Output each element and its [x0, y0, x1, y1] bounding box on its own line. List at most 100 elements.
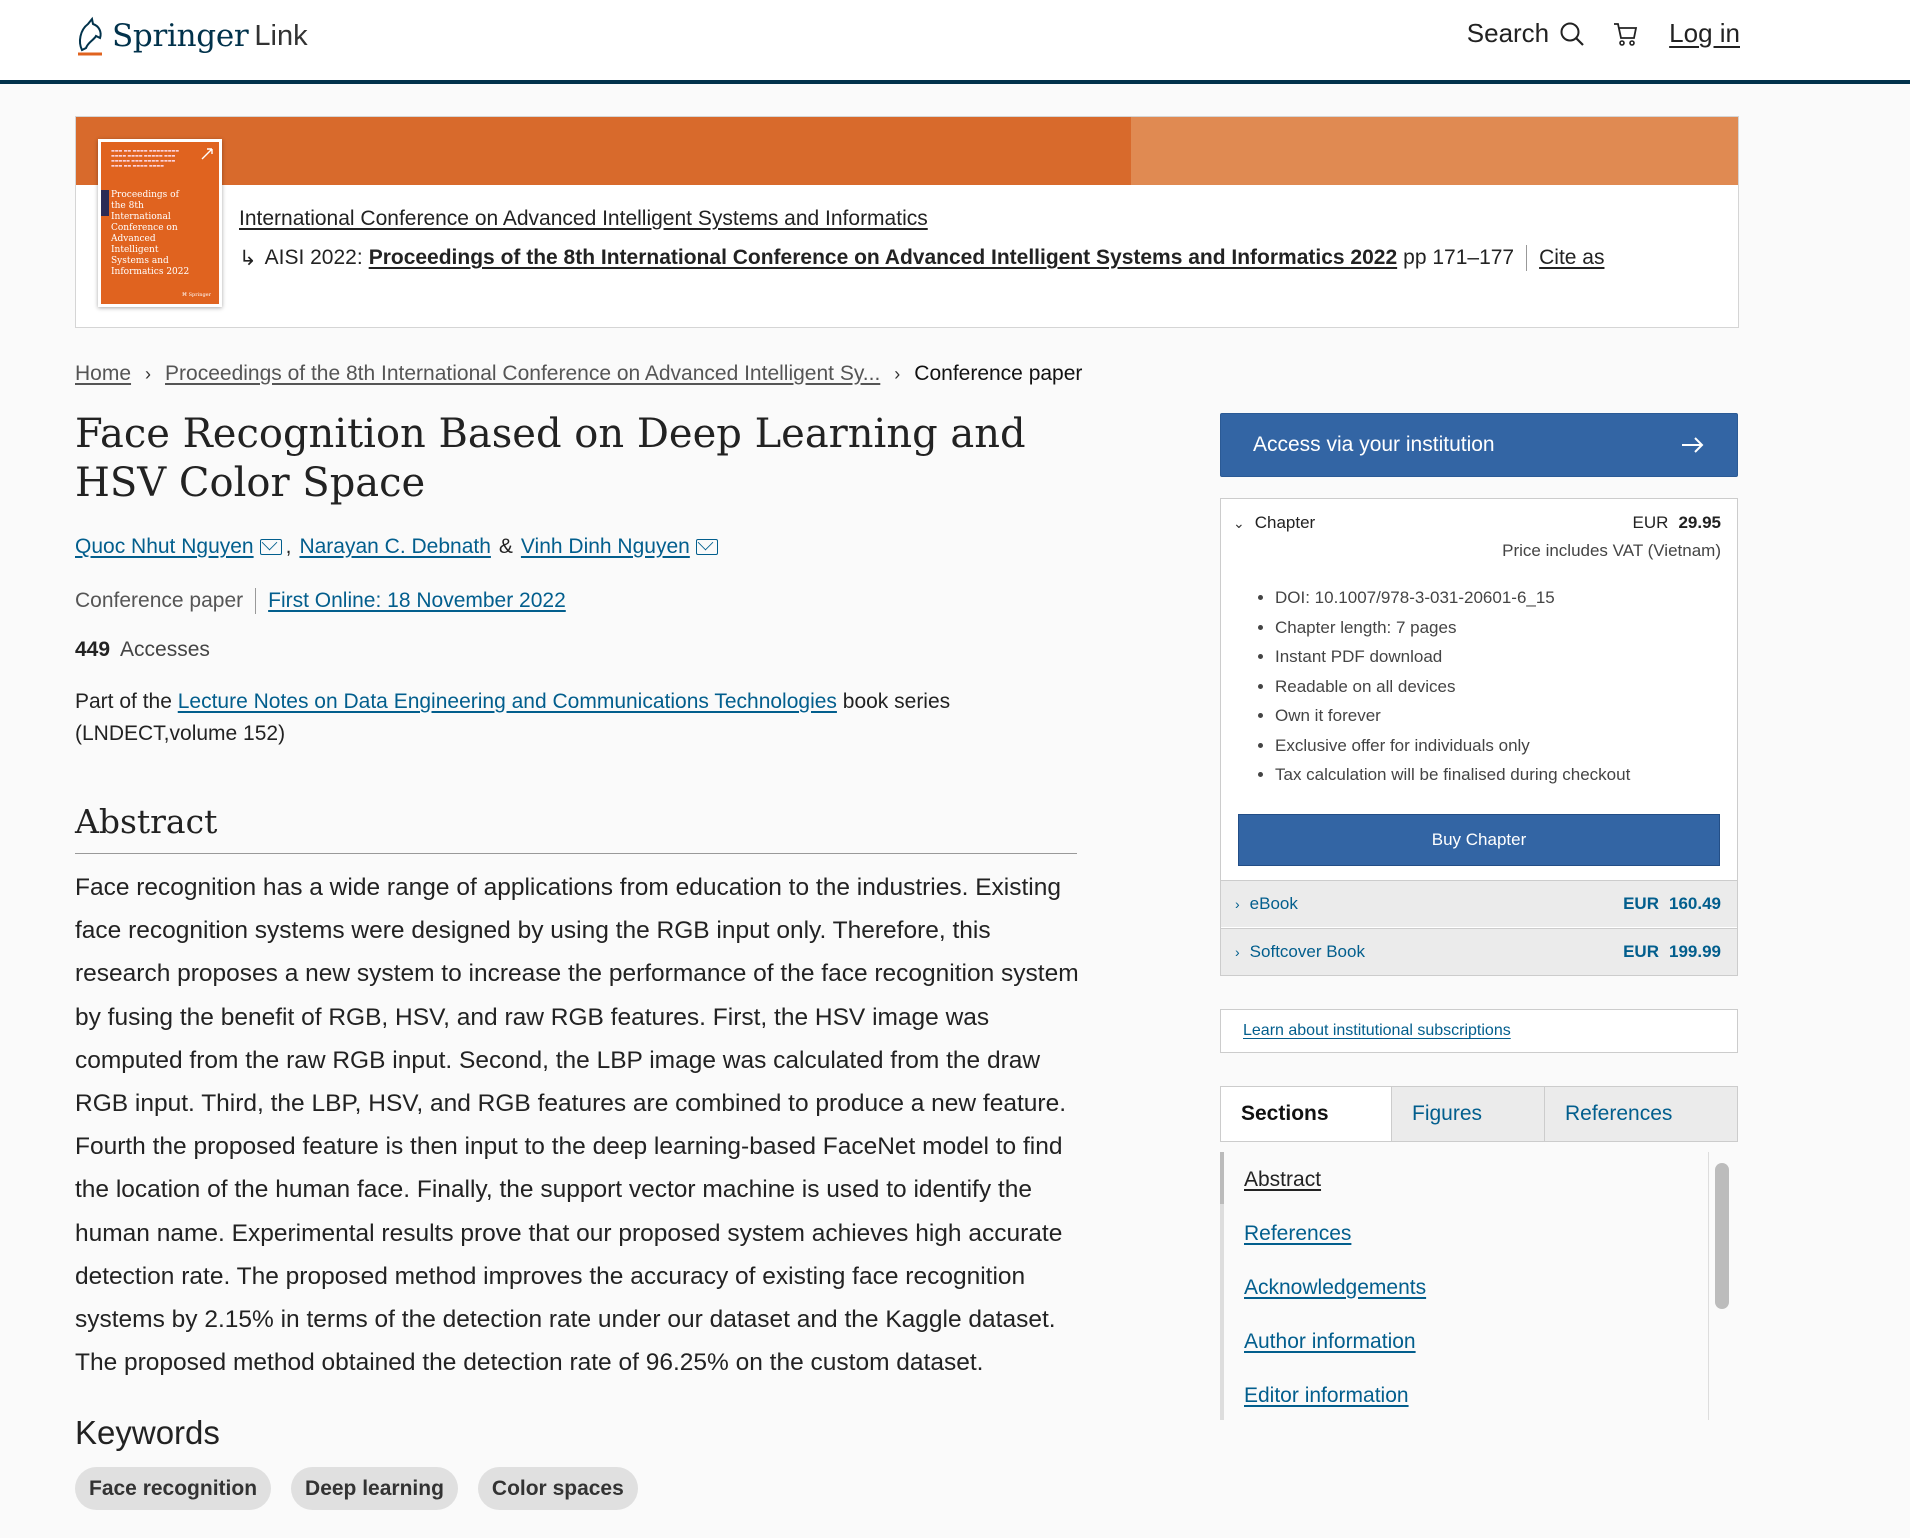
breadcrumb-current: Conference paper	[914, 362, 1083, 385]
book-banner: ▬▬▬ ▬▬ ▬▬▬▬ ▬▬▬▬▬▬▬▬ ▬▬▬▬ ▬▬▬▬ ▬▬▬▬▬ ▬▬▬ ▬…	[75, 116, 1739, 328]
site-header: Springer Link Search Log in	[0, 0, 1910, 84]
keyword-list: Face recognition Deep learning Color spa…	[75, 1467, 638, 1510]
email-icon[interactable]	[259, 539, 282, 555]
cover-editors: ▬▬▬ ▬▬ ▬▬▬▬ ▬▬▬▬▬▬▬▬ ▬▬▬▬ ▬▬▬▬ ▬▬▬▬▬ ▬▬▬ ▬…	[111, 148, 180, 168]
keyword-chip[interactable]: Color spaces	[477, 1467, 638, 1510]
book-series-info: Part of the Lecture Notes on Data Engine…	[75, 686, 995, 750]
proceedings-link[interactable]: Proceedings of the 8th International Con…	[369, 246, 1397, 270]
cart-button[interactable]	[1613, 21, 1639, 47]
search-icon	[1560, 22, 1584, 46]
cover-publisher-mark: ⌘ Springer	[182, 292, 211, 298]
chapter-price: EUR 29.95	[1633, 513, 1721, 533]
learn-subscriptions-link[interactable]: Learn about institutional subscriptions	[1243, 1022, 1511, 1040]
chevron-down-icon: ⌄	[1233, 514, 1245, 531]
vat-note: Price includes VAT (Vietnam)	[1502, 541, 1721, 560]
banner-strip-light	[1131, 117, 1738, 185]
abstract-heading: Abstract	[75, 802, 218, 841]
list-item: Chapter length: 7 pages	[1275, 613, 1630, 643]
chapter-features: DOI: 10.1007/978-3-031-20601-6_15 Chapte…	[1249, 583, 1630, 790]
breadcrumb-proceedings[interactable]: Proceedings of the 8th International Con…	[165, 362, 880, 386]
divider	[75, 853, 1077, 854]
softcover-option[interactable]: › Softcover Book EUR 199.99	[1221, 928, 1737, 975]
springer-horse-icon	[78, 16, 102, 56]
brand-suffix: Link	[254, 19, 308, 52]
search-button[interactable]: Search	[1467, 18, 1585, 49]
chevron-right-icon: ›	[894, 363, 901, 384]
list-item: Tax calculation will be finalised during…	[1275, 760, 1630, 790]
currency: EUR	[1623, 894, 1659, 913]
ebook-label: eBook	[1249, 894, 1298, 913]
ebook-option[interactable]: › eBook EUR 160.49	[1221, 880, 1737, 927]
banner-strip	[76, 117, 1131, 185]
access-via-institution-button[interactable]: Access via your institution	[1220, 413, 1738, 477]
access-count-label: Accesses	[120, 638, 210, 661]
author-link[interactable]: Quoc Nhut Nguyen	[75, 535, 254, 559]
cover-title: Proceedings of the 8th International Con…	[111, 190, 190, 277]
conference-series-link[interactable]: International Conference on Advanced Int…	[239, 207, 928, 231]
breadcrumb-home[interactable]: Home	[75, 362, 131, 386]
page-range: pp 171–177	[1403, 246, 1515, 269]
list-item: Exclusive offer for individuals only	[1275, 731, 1630, 761]
part-of-prefix: Part of the	[75, 690, 172, 713]
price-value: 29.95	[1678, 513, 1721, 532]
author-link[interactable]: Narayan C. Debnath	[299, 535, 490, 559]
currency: EUR	[1623, 942, 1659, 961]
first-online-date[interactable]: First Online: 18 November 2022	[268, 589, 566, 613]
author-link[interactable]: Vinh Dinh Nguyen	[521, 535, 690, 559]
section-link-acknowledgements[interactable]: Acknowledgements	[1244, 1276, 1426, 1300]
list-item: Own it forever	[1275, 701, 1630, 731]
sections-scrollbar-thumb[interactable]	[1715, 1163, 1729, 1309]
sections-nav: Abstract References Acknowledgements Aut…	[1220, 1152, 1714, 1420]
cite-as-link[interactable]: Cite as	[1539, 246, 1604, 270]
tab-references[interactable]: References	[1545, 1087, 1692, 1141]
ebook-price: 160.49	[1669, 894, 1721, 913]
author-separator: ,	[285, 535, 292, 558]
buy-box: ⌄ Chapter EUR 29.95 Price includes VAT (V…	[1220, 498, 1738, 976]
softcover-label: Softcover Book	[1249, 942, 1365, 961]
springer-link-logo[interactable]: Springer Link	[74, 16, 308, 56]
author-separator: &	[498, 535, 513, 558]
section-link-references[interactable]: References	[1244, 1222, 1351, 1246]
author-list: Quoc Nhut Nguyen , Narayan C. Debnath & …	[75, 535, 722, 559]
section-link-author-information[interactable]: Author information	[1244, 1330, 1416, 1354]
buy-chapter-button[interactable]: Buy Chapter	[1238, 814, 1720, 866]
active-section-indicator	[1220, 1152, 1224, 1204]
login-link[interactable]: Log in	[1669, 18, 1740, 49]
brand-name: Springer	[112, 18, 249, 54]
cart-icon	[1614, 22, 1638, 46]
abstract-text: Face recognition has a wide range of app…	[75, 874, 1079, 1377]
tab-sections[interactable]: Sections	[1221, 1087, 1392, 1141]
section-link-editor-information[interactable]: Editor information	[1244, 1384, 1409, 1408]
divider	[1526, 245, 1528, 271]
chapter-option-header[interactable]: ⌄ Chapter EUR 29.95	[1233, 513, 1721, 533]
currency: EUR	[1632, 513, 1669, 532]
list-item: Readable on all devices	[1275, 672, 1630, 702]
divider	[255, 588, 257, 614]
keywords-heading: Keywords	[75, 1414, 220, 1451]
chapter-label: Chapter	[1254, 513, 1316, 532]
breadcrumb: Home › Proceedings of the 8th Internatio…	[75, 362, 1082, 386]
access-count: 449 Accesses	[75, 638, 210, 662]
page-title: Face Recognition Based on Deep Learning …	[75, 411, 1026, 506]
section-tabs: Sections Figures References	[1220, 1086, 1738, 1142]
keyword-chip[interactable]: Face recognition	[75, 1467, 272, 1510]
tab-figures[interactable]: Figures	[1392, 1087, 1545, 1141]
institutional-subscriptions-box: Learn about institutional subscriptions	[1220, 1009, 1738, 1053]
content-type: Conference paper	[75, 589, 244, 612]
cover-bar	[101, 190, 109, 216]
book-cover-image[interactable]: ▬▬▬ ▬▬ ▬▬▬▬ ▬▬▬▬▬▬▬▬ ▬▬▬▬ ▬▬▬▬ ▬▬▬▬▬ ▬▬▬ ▬…	[98, 139, 222, 307]
book-series-link[interactable]: Lecture Notes on Data Engineering and Co…	[178, 690, 837, 713]
subdirectory-arrow-icon: ↳	[239, 246, 257, 270]
conference-prefix: AISI 2022:	[264, 246, 363, 269]
section-link-abstract[interactable]: Abstract	[1244, 1168, 1321, 1192]
access-button-label: Access via your institution	[1253, 433, 1495, 456]
chevron-right-icon: ›	[145, 363, 152, 384]
keyword-chip[interactable]: Deep learning	[291, 1467, 458, 1510]
list-item: Instant PDF download	[1275, 642, 1630, 672]
access-count-value: 449	[75, 638, 111, 661]
search-label: Search	[1466, 18, 1550, 48]
email-icon[interactable]	[695, 539, 718, 555]
chevron-right-icon: ›	[1235, 896, 1240, 912]
softcover-price: 199.99	[1669, 942, 1721, 961]
proceedings-line: ↳ AISI 2022: Proceedings of the 8th Inte…	[239, 245, 1604, 271]
